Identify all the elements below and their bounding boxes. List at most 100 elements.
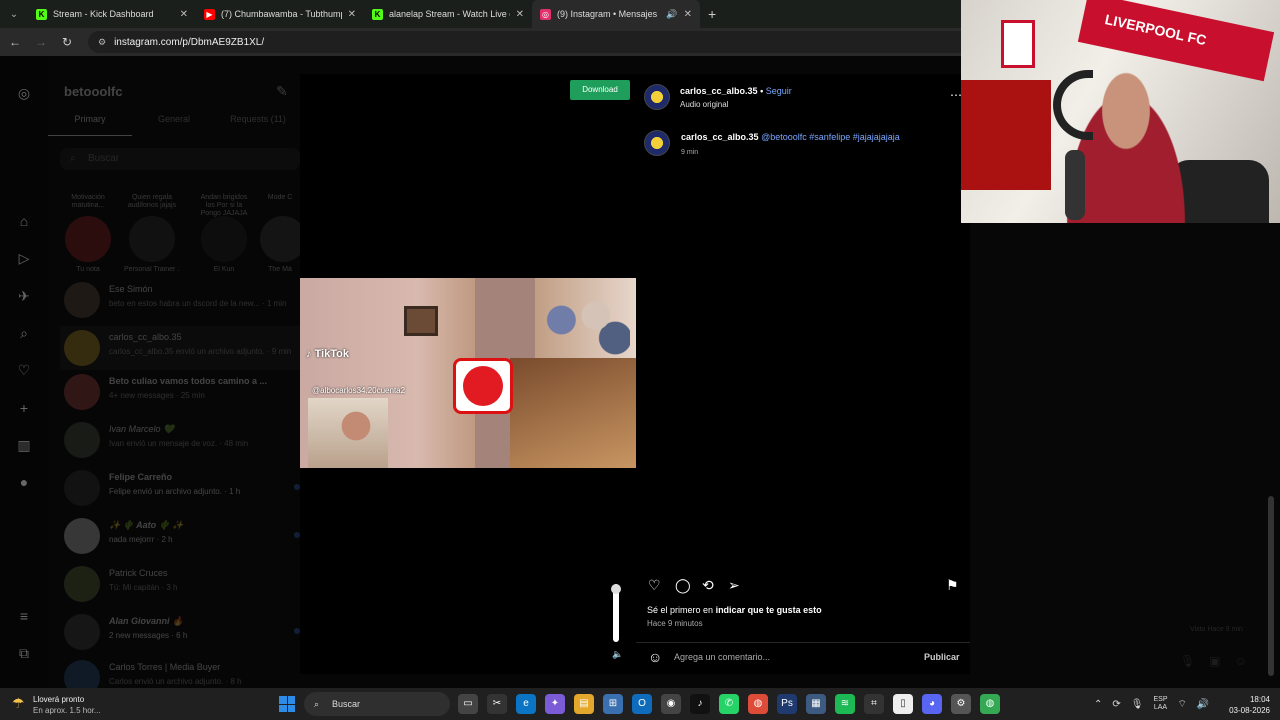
settings-gear-icon[interactable]: ⚙	[951, 694, 971, 714]
reload-icon[interactable]: ↻	[60, 35, 74, 49]
discord-icon[interactable]: ◕	[922, 694, 942, 714]
clock-date: 03-08-2026	[1229, 706, 1270, 715]
youtube-icon: ▶	[204, 8, 215, 20]
volume-icon[interactable]: 🔊	[1197, 699, 1209, 710]
tray-app-icon[interactable]: ⟳	[1112, 699, 1120, 710]
clock-time: 18:04	[1249, 695, 1270, 704]
webcam-poster	[961, 80, 1051, 190]
author-avatar[interactable]	[644, 84, 670, 110]
capcut-icon[interactable]: ✂	[487, 694, 507, 714]
system-tray: ⌃ ⟳ 🎙 ESP LAA ⌔ 🔊	[1094, 688, 1209, 720]
site-info-icon[interactable]: ⚙	[98, 37, 106, 48]
video-scene-stairs	[510, 358, 636, 468]
tab-kick-stream[interactable]: K alanelap Stream - Watch Live o ✕	[364, 0, 532, 28]
post-details-panel: carlos_cc_albo.35 • Seguir Audio origina…	[636, 74, 970, 674]
taskbar-search-label: Buscar	[332, 699, 361, 709]
capcut-alt-icon[interactable]: ⌗	[864, 694, 884, 714]
speaker-icon[interactable]: 🔊	[666, 9, 677, 20]
webcam-wall-frame	[1001, 20, 1035, 68]
follow-button[interactable]: Seguir	[766, 86, 792, 96]
weather-widget[interactable]: ☂ Lloverá pronto En aprox. 1.5 hor...	[12, 692, 132, 716]
caption-avatar[interactable]	[644, 130, 670, 156]
caption-text[interactable]: @betooolfc #sanfelipe #jajajajajaja	[761, 132, 900, 142]
tab-kick-dashboard[interactable]: K Stream - Kick Dashboard ✕	[28, 0, 196, 28]
whatsapp-icon[interactable]: ✆	[719, 694, 739, 714]
volume-icon[interactable]: 🔈	[612, 649, 623, 660]
repost-icon[interactable]: ⟲	[702, 577, 714, 594]
kick-icon: K	[36, 8, 47, 20]
webcam-overlay: LIVERPOOL FC	[961, 0, 1280, 223]
notepad-icon[interactable]: ▯	[893, 694, 913, 714]
comment-icon[interactable]: ◯	[675, 577, 691, 594]
tiktok-watermark: ♪ TikTok	[306, 348, 349, 360]
clock[interactable]: 18:04 03-08-2026	[1222, 694, 1270, 716]
screen: ⌄ K Stream - Kick Dashboard ✕ ▶ (7) Chum…	[0, 0, 1280, 720]
like-link[interactable]: indicar que te gusta esto	[716, 605, 822, 615]
download-button[interactable]: Download	[570, 80, 630, 100]
store-icon[interactable]: ⊞	[603, 694, 623, 714]
new-tab-button[interactable]: +	[700, 6, 716, 22]
spotify-icon[interactable]: ≋	[835, 694, 855, 714]
search-icon: ⌕	[314, 699, 320, 709]
bookmark-icon[interactable]: ⚑	[946, 577, 959, 594]
chrome-profile-icon[interactable]: ◍	[980, 694, 1000, 714]
tab-title: (7) Chumbawamba - Tubthump	[221, 9, 342, 19]
comment-bar: ☺ Agrega un comentario... Publicar	[636, 642, 970, 672]
likes-text: Sé el primero en indicar que te gusta es…	[647, 605, 822, 615]
taskbar-search[interactable]: ⌕ Buscar	[304, 692, 450, 716]
kick-icon: K	[372, 8, 383, 20]
tiktok-username: @albocarlos34.20cuenta2	[312, 386, 406, 395]
tiktok-icon[interactable]: ♪	[690, 694, 710, 714]
photoshop-icon[interactable]: Ps	[777, 694, 797, 714]
microphone-icon[interactable]: 🎙	[1131, 699, 1144, 710]
forward-arrow-icon[interactable]: →	[34, 35, 48, 49]
like-heart-icon[interactable]: ♡	[648, 577, 661, 594]
back-arrow-icon[interactable]: ←	[8, 35, 22, 49]
obs-icon[interactable]: ◉	[661, 694, 681, 714]
video-scene-people	[532, 284, 630, 374]
caption-user[interactable]: carlos_cc_albo.35	[681, 132, 759, 142]
copilot-icon[interactable]: ✦	[545, 694, 565, 714]
author-name[interactable]: carlos_cc_albo.35	[680, 86, 758, 96]
tab-instagram[interactable]: ◎ (9) Instagram • Mensajes 🔊 ✕	[532, 0, 700, 28]
edge-icon[interactable]: e	[516, 694, 536, 714]
caption: carlos_cc_albo.35 @betooolfc #sanfelipe …	[681, 132, 900, 142]
close-icon[interactable]: ✕	[180, 9, 188, 20]
chrome-icon[interactable]: ◍	[748, 694, 768, 714]
close-icon[interactable]: ✕	[684, 9, 692, 20]
url-field[interactable]: ⚙ instagram.com/p/DbmAE9ZB1XL/	[88, 31, 961, 53]
chevron-up-icon[interactable]: ⌃	[1094, 699, 1102, 710]
video-scene-picture	[404, 306, 438, 336]
tab-search-menu[interactable]: ⌄	[0, 0, 28, 28]
close-icon[interactable]: ✕	[348, 9, 356, 20]
instagram-icon: ◎	[540, 8, 551, 20]
webcam-microphone	[1065, 150, 1085, 220]
taskbar-apps: ▭ ✂ e ✦ ▤ ⊞ O ◉ ♪ ✆ ◍ Ps ▦ ≋ ⌗ ▯ ◕ ⚙ ◍	[458, 694, 1000, 714]
reel-video-player[interactable]: Download ♪ TikTok @albocarlos34.20cuenta…	[300, 74, 636, 674]
tab-title: Stream - Kick Dashboard	[53, 9, 154, 19]
close-icon[interactable]: ✕	[516, 9, 524, 20]
audio-label[interactable]: Audio original	[680, 100, 728, 109]
app-icon[interactable]: ▦	[806, 694, 826, 714]
tab-title: (9) Instagram • Mensajes	[557, 9, 658, 19]
caption-time: 9 min	[681, 149, 699, 156]
share-send-icon[interactable]: ➢	[728, 577, 740, 594]
task-view-icon[interactable]: ▭	[458, 694, 478, 714]
language-indicator[interactable]: ESP LAA	[1153, 696, 1167, 712]
windows-taskbar: ☂ Lloverá pronto En aprox. 1.5 hor... ⌕ …	[0, 688, 1280, 720]
video-frame[interactable]: ♪ TikTok @albocarlos34.20cuenta2	[300, 278, 636, 468]
weather-line2: En aprox. 1.5 hor...	[33, 706, 101, 715]
publish-button[interactable]: Publicar	[924, 652, 960, 662]
emoji-icon[interactable]: ☺	[648, 649, 662, 665]
start-windows-icon[interactable]	[279, 696, 295, 712]
url-text: instagram.com/p/DbmAE9ZB1XL/	[114, 36, 265, 48]
outlook-icon[interactable]: O	[632, 694, 652, 714]
page-scrollbar[interactable]	[1268, 496, 1274, 676]
comment-input[interactable]: Agrega un comentario...	[674, 652, 770, 662]
post-timestamp: Hace 9 minutos	[647, 619, 703, 628]
file-explorer-icon[interactable]: ▤	[574, 694, 594, 714]
wifi-icon[interactable]: ⌔	[1178, 698, 1187, 711]
volume-slider-handle[interactable]	[611, 584, 621, 594]
post-author: carlos_cc_albo.35 • Seguir	[680, 86, 792, 96]
tab-youtube[interactable]: ▶ (7) Chumbawamba - Tubthump ✕	[196, 0, 364, 28]
